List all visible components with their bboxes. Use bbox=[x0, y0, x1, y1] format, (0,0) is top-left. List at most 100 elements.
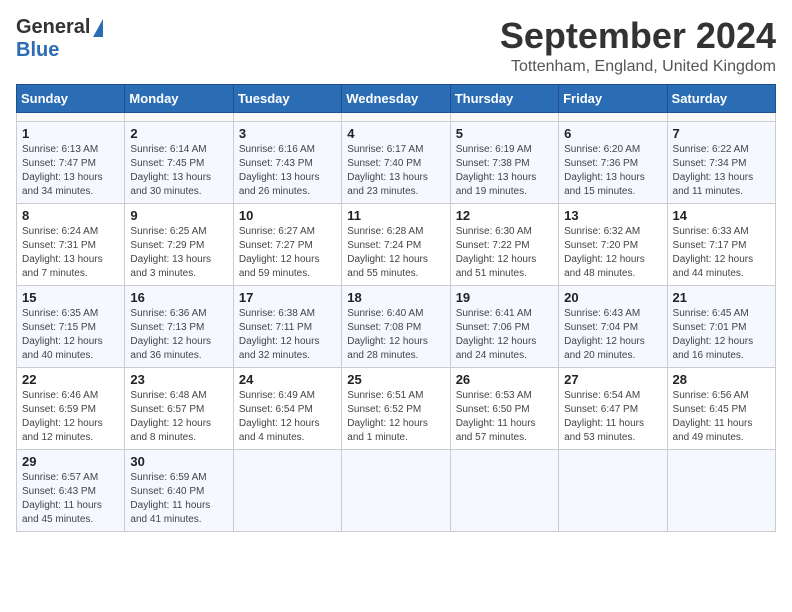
calendar-cell: 21Sunrise: 6:45 AM Sunset: 7:01 PM Dayli… bbox=[667, 285, 775, 367]
calendar-cell: 8 Sunrise: 6:24 AM Sunset: 7:31 PM Daylig… bbox=[17, 203, 125, 285]
calendar-cell: 24 Sunrise: 6:49 AM Sunset: 6:54 PM Dayli… bbox=[233, 367, 341, 449]
day-info: Sunrise: 6:51 AM Sunset: 6:52 PM Dayligh… bbox=[347, 389, 444, 445]
day-number: 25 bbox=[347, 372, 444, 387]
calendar-cell: 13 Sunrise: 6:32 AM Sunset: 7:20 PM Dayli… bbox=[559, 203, 667, 285]
calendar-cell: 11 Sunrise: 6:28 AM Sunset: 7:24 PM Dayli… bbox=[342, 203, 450, 285]
day-number: 21 bbox=[673, 290, 770, 305]
day-number: 10 bbox=[239, 208, 336, 223]
day-number: 8 bbox=[22, 208, 119, 223]
day-number: 29 bbox=[22, 454, 119, 469]
calendar-cell: 19 Sunrise: 6:41 AM Sunset: 7:06 PM Dayli… bbox=[450, 285, 558, 367]
day-info: Sunrise: 6:28 AM Sunset: 7:24 PM Dayligh… bbox=[347, 225, 444, 281]
day-number: 9 bbox=[130, 208, 227, 223]
calendar-cell: 27 Sunrise: 6:54 AM Sunset: 6:47 PM Dayli… bbox=[559, 367, 667, 449]
col-header-sunday: Sunday bbox=[17, 84, 125, 112]
day-number: 1 bbox=[22, 126, 119, 141]
day-number: 24 bbox=[239, 372, 336, 387]
day-number: 2 bbox=[130, 126, 227, 141]
day-info: Sunrise: 6:20 AM Sunset: 7:36 PM Dayligh… bbox=[564, 143, 661, 199]
day-info: Sunrise: 6:32 AM Sunset: 7:20 PM Dayligh… bbox=[564, 225, 661, 281]
calendar-cell: 22 Sunrise: 6:46 AM Sunset: 6:59 PM Dayli… bbox=[17, 367, 125, 449]
day-number: 17 bbox=[239, 290, 336, 305]
calendar-cell bbox=[342, 112, 450, 121]
day-info: Sunrise: 6:30 AM Sunset: 7:22 PM Dayligh… bbox=[456, 225, 553, 281]
day-number: 23 bbox=[130, 372, 227, 387]
logo: General Blue bbox=[16, 16, 103, 62]
day-number: 19 bbox=[456, 290, 553, 305]
day-info: Sunrise: 6:49 AM Sunset: 6:54 PM Dayligh… bbox=[239, 389, 336, 445]
day-number: 16 bbox=[130, 290, 227, 305]
calendar-cell: 12 Sunrise: 6:30 AM Sunset: 7:22 PM Dayli… bbox=[450, 203, 558, 285]
calendar-cell bbox=[233, 449, 341, 531]
day-info: Sunrise: 6:38 AM Sunset: 7:11 PM Dayligh… bbox=[239, 307, 336, 363]
day-info: Sunrise: 6:40 AM Sunset: 7:08 PM Dayligh… bbox=[347, 307, 444, 363]
calendar-cell: 18 Sunrise: 6:40 AM Sunset: 7:08 PM Dayli… bbox=[342, 285, 450, 367]
calendar-cell: 25 Sunrise: 6:51 AM Sunset: 6:52 PM Dayli… bbox=[342, 367, 450, 449]
day-info: Sunrise: 6:59 AM Sunset: 6:40 PM Dayligh… bbox=[130, 471, 227, 527]
calendar-cell: 3 Sunrise: 6:16 AM Sunset: 7:43 PM Daylig… bbox=[233, 121, 341, 203]
day-info: Sunrise: 6:17 AM Sunset: 7:40 PM Dayligh… bbox=[347, 143, 444, 199]
title-block: September 2024 Tottenham, England, Unite… bbox=[500, 16, 776, 76]
day-info: Sunrise: 6:33 AM Sunset: 7:17 PM Dayligh… bbox=[673, 225, 770, 281]
calendar-cell bbox=[17, 112, 125, 121]
calendar-cell: 14 Sunrise: 6:33 AM Sunset: 7:17 PM Dayli… bbox=[667, 203, 775, 285]
calendar-cell bbox=[450, 112, 558, 121]
day-number: 4 bbox=[347, 126, 444, 141]
calendar-cell bbox=[667, 112, 775, 121]
col-header-wednesday: Wednesday bbox=[342, 84, 450, 112]
calendar-cell: 29 Sunrise: 6:57 AM Sunset: 6:43 PM Dayli… bbox=[17, 449, 125, 531]
day-number: 28 bbox=[673, 372, 770, 387]
page-header: General Blue September 2024 Tottenham, E… bbox=[16, 16, 776, 76]
day-number: 12 bbox=[456, 208, 553, 223]
calendar-cell bbox=[125, 112, 233, 121]
calendar-cell: 7Sunrise: 6:22 AM Sunset: 7:34 PM Daylig… bbox=[667, 121, 775, 203]
day-number: 26 bbox=[456, 372, 553, 387]
col-header-friday: Friday bbox=[559, 84, 667, 112]
day-number: 27 bbox=[564, 372, 661, 387]
calendar-cell: 17 Sunrise: 6:38 AM Sunset: 7:11 PM Dayli… bbox=[233, 285, 341, 367]
day-number: 20 bbox=[564, 290, 661, 305]
calendar-cell: 10 Sunrise: 6:27 AM Sunset: 7:27 PM Dayli… bbox=[233, 203, 341, 285]
calendar-cell: 1 Sunrise: 6:13 AM Sunset: 7:47 PM Daylig… bbox=[17, 121, 125, 203]
day-info: Sunrise: 6:16 AM Sunset: 7:43 PM Dayligh… bbox=[239, 143, 336, 199]
calendar-cell: 6 Sunrise: 6:20 AM Sunset: 7:36 PM Daylig… bbox=[559, 121, 667, 203]
calendar-cell bbox=[559, 449, 667, 531]
logo-general: General bbox=[16, 16, 90, 39]
calendar-cell: 4 Sunrise: 6:17 AM Sunset: 7:40 PM Daylig… bbox=[342, 121, 450, 203]
day-number: 11 bbox=[347, 208, 444, 223]
day-info: Sunrise: 6:36 AM Sunset: 7:13 PM Dayligh… bbox=[130, 307, 227, 363]
day-info: Sunrise: 6:41 AM Sunset: 7:06 PM Dayligh… bbox=[456, 307, 553, 363]
day-number: 18 bbox=[347, 290, 444, 305]
day-number: 5 bbox=[456, 126, 553, 141]
day-info: Sunrise: 6:27 AM Sunset: 7:27 PM Dayligh… bbox=[239, 225, 336, 281]
calendar-cell: 26 Sunrise: 6:53 AM Sunset: 6:50 PM Dayli… bbox=[450, 367, 558, 449]
calendar-cell bbox=[559, 112, 667, 121]
day-info: Sunrise: 6:57 AM Sunset: 6:43 PM Dayligh… bbox=[22, 471, 119, 527]
logo-triangle bbox=[93, 19, 103, 37]
day-number: 3 bbox=[239, 126, 336, 141]
day-number: 7 bbox=[673, 126, 770, 141]
calendar-cell: 2 Sunrise: 6:14 AM Sunset: 7:45 PM Daylig… bbox=[125, 121, 233, 203]
day-info: Sunrise: 6:13 AM Sunset: 7:47 PM Dayligh… bbox=[22, 143, 119, 199]
month-title: September 2024 bbox=[500, 16, 776, 56]
calendar-cell: 5Sunrise: 6:19 AM Sunset: 7:38 PM Daylig… bbox=[450, 121, 558, 203]
day-info: Sunrise: 6:35 AM Sunset: 7:15 PM Dayligh… bbox=[22, 307, 119, 363]
calendar-cell bbox=[667, 449, 775, 531]
calendar-table: SundayMondayTuesdayWednesdayThursdayFrid… bbox=[16, 84, 776, 532]
calendar-cell: 20 Sunrise: 6:43 AM Sunset: 7:04 PM Dayli… bbox=[559, 285, 667, 367]
day-info: Sunrise: 6:54 AM Sunset: 6:47 PM Dayligh… bbox=[564, 389, 661, 445]
day-number: 30 bbox=[130, 454, 227, 469]
calendar-cell bbox=[450, 449, 558, 531]
day-info: Sunrise: 6:14 AM Sunset: 7:45 PM Dayligh… bbox=[130, 143, 227, 199]
day-info: Sunrise: 6:24 AM Sunset: 7:31 PM Dayligh… bbox=[22, 225, 119, 281]
day-number: 13 bbox=[564, 208, 661, 223]
day-number: 14 bbox=[673, 208, 770, 223]
day-number: 22 bbox=[22, 372, 119, 387]
day-info: Sunrise: 6:46 AM Sunset: 6:59 PM Dayligh… bbox=[22, 389, 119, 445]
day-number: 6 bbox=[564, 126, 661, 141]
day-info: Sunrise: 6:53 AM Sunset: 6:50 PM Dayligh… bbox=[456, 389, 553, 445]
location: Tottenham, England, United Kingdom bbox=[500, 58, 776, 76]
calendar-cell: 28Sunrise: 6:56 AM Sunset: 6:45 PM Dayli… bbox=[667, 367, 775, 449]
col-header-thursday: Thursday bbox=[450, 84, 558, 112]
day-info: Sunrise: 6:43 AM Sunset: 7:04 PM Dayligh… bbox=[564, 307, 661, 363]
